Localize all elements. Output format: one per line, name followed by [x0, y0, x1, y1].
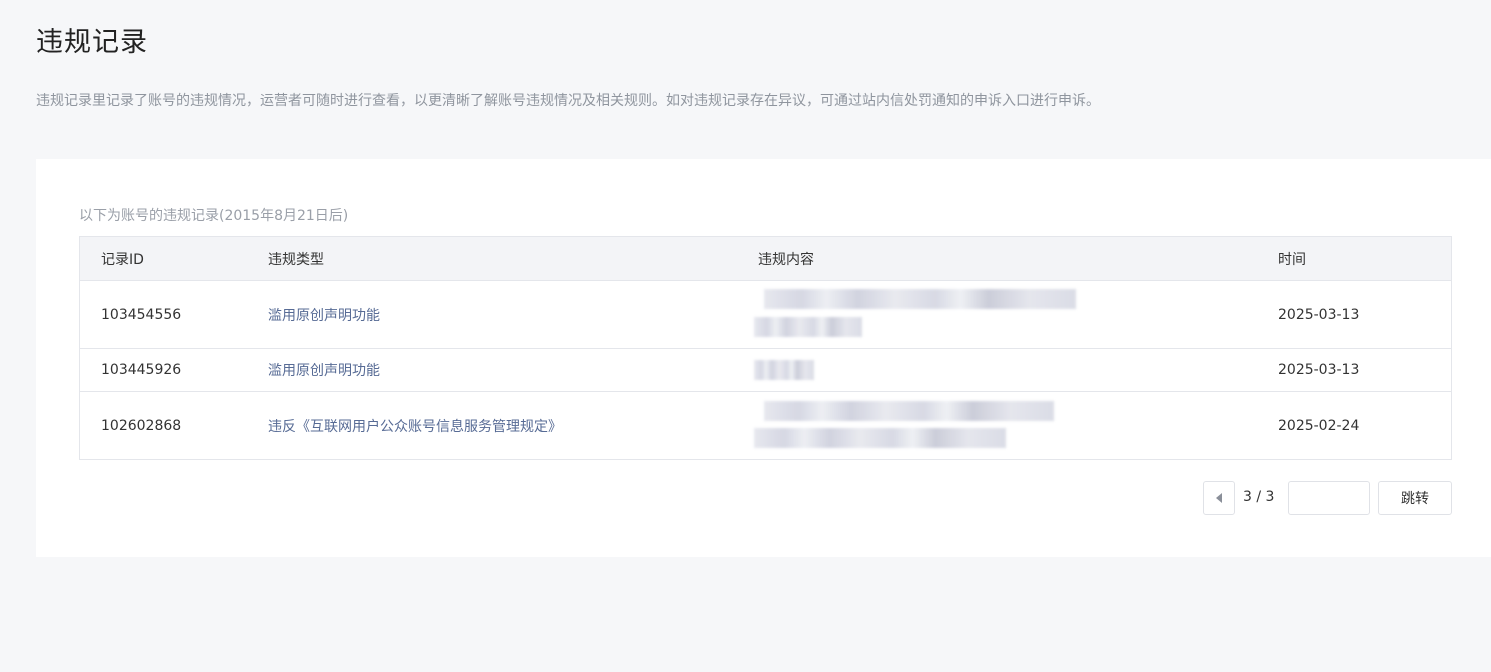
column-header-type: 违规类型	[268, 251, 324, 268]
records-caption: 以下为账号的违规记录(2015年8月21日后)	[79, 208, 349, 224]
violation-type-link[interactable]: 滥用原创声明功能	[268, 360, 758, 380]
records-table: 记录ID 违规类型 违规内容 时间 103454556 滥用原创声明功能 202…	[79, 236, 1452, 460]
violation-content-blurred	[754, 392, 1278, 459]
table-header: 记录ID 违规类型 违规内容 时间	[80, 237, 1451, 281]
violation-content-blurred	[754, 281, 1278, 348]
violation-type-link[interactable]: 滥用原创声明功能	[268, 305, 758, 325]
column-header-content: 违规内容	[758, 251, 814, 268]
record-time: 2025-03-13	[1278, 306, 1360, 323]
jump-button[interactable]: 跳转	[1378, 481, 1452, 515]
record-time: 2025-03-13	[1278, 362, 1360, 378]
chevron-left-icon	[1216, 493, 1222, 503]
record-id: 103454556	[101, 306, 182, 323]
column-header-time: 时间	[1278, 251, 1306, 268]
table-row: 102602868 违反《互联网用户公众账号信息服务管理规定》 2025-02-…	[80, 392, 1451, 459]
page-indicator: 3 / 3	[1243, 489, 1275, 505]
page-description: 违规记录里记录了账号的违规情况，运营者可随时进行查看，以更清晰了解账号违规情况及…	[36, 93, 1100, 109]
record-id: 103445926	[101, 362, 182, 378]
record-time: 2025-02-24	[1278, 417, 1360, 434]
column-header-id: 记录ID	[101, 251, 144, 268]
violation-content-blurred	[754, 349, 1278, 391]
prev-page-button[interactable]	[1203, 481, 1235, 515]
table-row: 103454556 滥用原创声明功能 2025-03-13	[80, 281, 1451, 349]
violation-type-link[interactable]: 违反《互联网用户公众账号信息服务管理规定》	[268, 416, 758, 436]
record-id: 102602868	[101, 417, 182, 434]
violation-records-page: 违规记录 违规记录里记录了账号的违规情况，运营者可随时进行查看，以更清晰了解账号…	[0, 0, 1491, 672]
page-number-input[interactable]	[1288, 481, 1370, 515]
page-title: 违规记录	[36, 27, 148, 58]
table-row: 103445926 滥用原创声明功能 2025-03-13	[80, 349, 1451, 392]
records-card: 以下为账号的违规记录(2015年8月21日后) 记录ID 违规类型 违规内容 时…	[36, 159, 1491, 557]
